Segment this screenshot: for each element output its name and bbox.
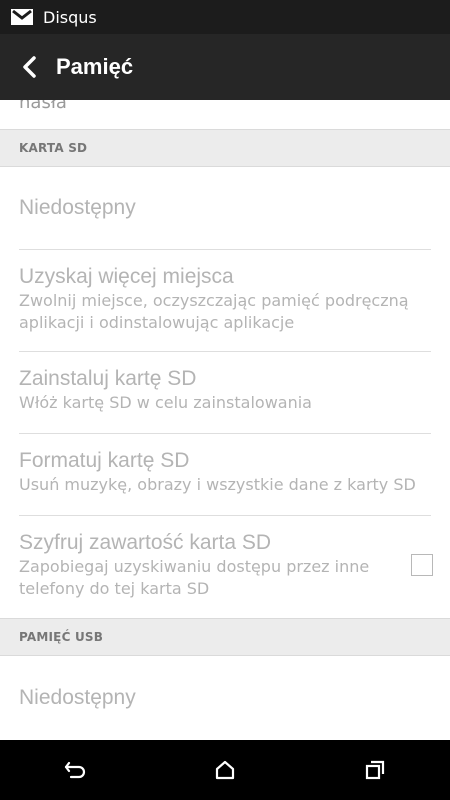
action-bar: Pamięć — [0, 34, 450, 100]
settings-content[interactable]: hasła KARTA SD Niedostępny Uzyskaj więce… — [0, 100, 450, 740]
back-button[interactable] — [10, 47, 50, 87]
install-sd-card-item[interactable]: Zainstaluj kartę SD Włóż kartę SD w celu… — [19, 352, 431, 434]
usb-storage-list: Niedostępny — [0, 656, 450, 740]
item-subtitle: Usuń muzykę, obrazy i wszystkie dane z k… — [19, 475, 416, 494]
encrypt-sd-card-item[interactable]: Szyfruj zawartość karta SD Zapobiegaj uz… — [19, 516, 433, 618]
nav-back-icon — [64, 761, 86, 779]
item-title: Niedostępny — [19, 196, 136, 219]
item-title: Uzyskaj więcej miejsca — [19, 265, 234, 288]
navigation-bar — [0, 740, 450, 800]
nav-home-button[interactable] — [200, 750, 250, 790]
item-title: Zainstaluj kartę SD — [19, 367, 197, 390]
sd-card-list: Niedostępny Uzyskaj więcej miejsca Zwoln… — [0, 167, 450, 618]
item-subtitle: Zapobiegaj uzyskiwaniu dostępu przez inn… — [19, 557, 370, 598]
gmail-icon — [11, 9, 33, 25]
recents-icon — [365, 760, 385, 780]
nav-recents-button[interactable] — [350, 750, 400, 790]
encrypt-checkbox[interactable] — [411, 554, 433, 576]
status-bar: Disqus — [0, 0, 450, 34]
nav-back-button[interactable] — [50, 750, 100, 790]
format-sd-card-item[interactable]: Formatuj kartę SD Usuń muzykę, obrazy i … — [19, 434, 431, 516]
free-up-space-item[interactable]: Uzyskaj więcej miejsca Zwolnij miejsce, … — [19, 250, 431, 352]
usb-storage-status-item[interactable]: Niedostępny — [19, 656, 431, 740]
back-arrow-icon — [23, 56, 36, 78]
section-header-usb-storage: PAMIĘĆ USB — [0, 618, 450, 656]
item-subtitle: Zwolnij miejsce, oczyszczając pamięć pod… — [19, 291, 409, 332]
item-title: Niedostępny — [19, 686, 136, 709]
section-header-sd-card: KARTA SD — [0, 129, 450, 167]
home-icon — [215, 760, 235, 780]
sd-card-status-item[interactable]: Niedostępny — [19, 167, 431, 250]
notification-app-name: Disqus — [43, 7, 97, 27]
item-subtitle: Włóż kartę SD w celu zainstalowania — [19, 393, 312, 412]
partial-item-text: hasła — [19, 100, 67, 113]
item-title: Formatuj kartę SD — [19, 449, 190, 472]
partial-list-item[interactable]: hasła — [0, 100, 450, 129]
page-title: Pamięć — [56, 54, 134, 79]
item-title: Szyfruj zawartość karta SD — [19, 531, 272, 554]
